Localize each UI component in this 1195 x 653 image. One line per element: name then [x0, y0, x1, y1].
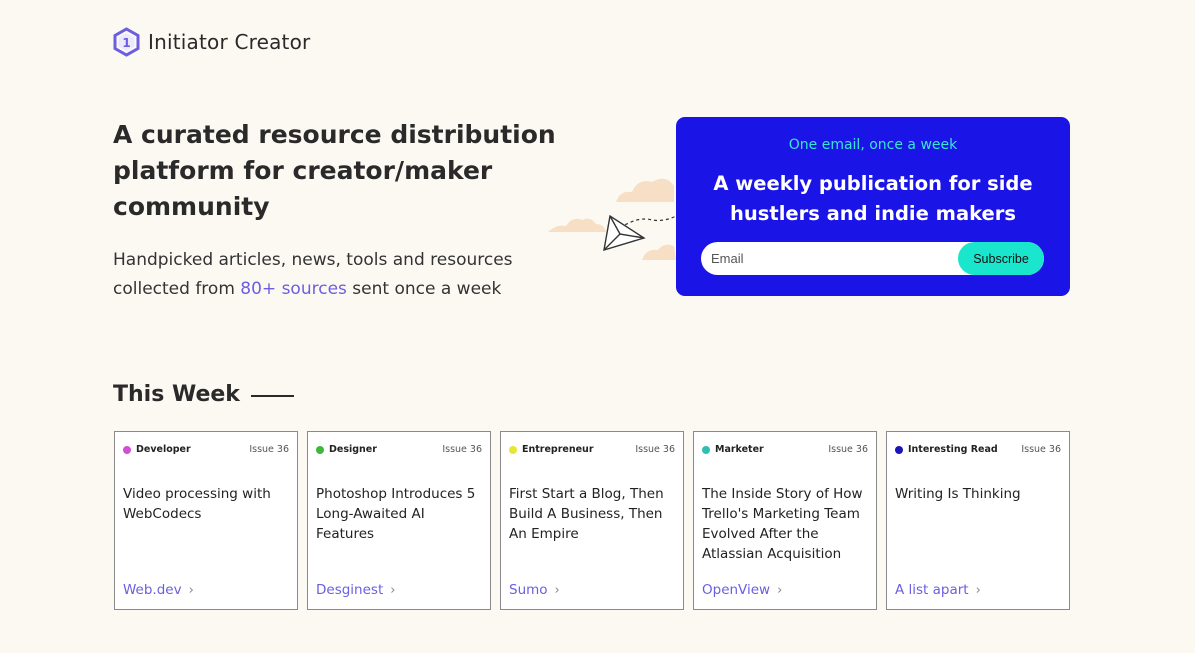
subscribe-button[interactable]: Subscribe [958, 242, 1044, 275]
email-input[interactable] [701, 242, 961, 275]
chevron-right-icon: › [554, 582, 560, 598]
source-link[interactable]: Desginest › [316, 582, 395, 598]
article-card[interactable]: Interesting Read Issue 36 Writing Is Thi… [886, 431, 1070, 610]
brand-name: Initiator Creator [148, 30, 311, 54]
article-card[interactable]: Designer Issue 36 Photoshop Introduces 5… [307, 431, 491, 610]
category-label: Developer [136, 444, 191, 455]
chevron-right-icon: › [390, 582, 396, 598]
category-label: Interesting Read [908, 444, 998, 455]
hero-title: A curated resource distribution platform… [113, 120, 556, 221]
issue-label: Issue 36 [442, 444, 482, 455]
category-dot [509, 445, 517, 454]
source-label: A list apart [895, 582, 969, 598]
source-label: Sumo [509, 582, 548, 598]
category-dot [123, 445, 131, 454]
article-card[interactable]: Entrepreneur Issue 36 First Start a Blog… [500, 431, 684, 610]
hero-subtitle-post: sent once a week [346, 278, 502, 299]
issue-label: Issue 36 [1021, 444, 1061, 455]
section-divider [250, 395, 294, 397]
source-label: Web.dev [123, 582, 182, 598]
logo-glyph: 1 [122, 36, 130, 50]
source-link[interactable]: Sumo › [509, 582, 560, 598]
issue-label: Issue 36 [828, 444, 868, 455]
article-card[interactable]: Marketer Issue 36 The Inside Story of Ho… [693, 431, 877, 610]
issue-label: Issue 36 [635, 444, 675, 455]
source-link[interactable]: Web.dev › [123, 582, 194, 598]
chevron-right-icon: › [975, 582, 981, 598]
hero-subtitle: Handpicked articles, news, tools and res… [113, 246, 583, 303]
category-label: Entrepreneur [522, 444, 594, 455]
brand-logo[interactable]: 1 Initiator Creator [113, 27, 310, 57]
category-dot [316, 445, 324, 454]
category-label: Designer [329, 444, 377, 455]
card-category: Designer [316, 444, 377, 455]
chevron-right-icon: › [777, 582, 783, 598]
newsletter-card: One email, once a week A weekly publicat… [676, 117, 1070, 296]
article-card[interactable]: Developer Issue 36 Video processing with… [114, 431, 298, 610]
signup-form: Subscribe [701, 242, 1044, 275]
source-label: OpenView [702, 582, 771, 598]
article-title[interactable]: The Inside Story of How Trello's Marketi… [702, 484, 868, 564]
card-category: Entrepreneur [509, 444, 594, 455]
source-label: Desginest [316, 582, 384, 598]
article-title[interactable]: Writing Is Thinking [895, 484, 1061, 504]
card-category: Interesting Read [895, 444, 998, 455]
card-category: Developer [123, 444, 191, 455]
card-category: Marketer [702, 444, 764, 455]
signup-title: A weekly publication for side hustlers a… [713, 172, 1033, 225]
section-title: This Week [113, 382, 294, 407]
source-link[interactable]: OpenView › [702, 582, 782, 598]
article-cards: Developer Issue 36 Video processing with… [114, 431, 1070, 610]
category-dot [895, 445, 903, 454]
paper-plane-icon [548, 178, 677, 260]
article-title[interactable]: First Start a Blog, Then Build A Busines… [509, 484, 675, 544]
sources-link[interactable]: 80+ sources [240, 279, 347, 299]
chevron-right-icon: › [188, 582, 194, 598]
logo-icon: 1 [113, 27, 140, 57]
article-title[interactable]: Photoshop Introduces 5 Long-Awaited AI F… [316, 484, 482, 544]
category-label: Marketer [715, 444, 764, 455]
article-title[interactable]: Video processing with WebCodecs [123, 484, 289, 524]
source-link[interactable]: A list apart › [895, 582, 981, 598]
category-dot [702, 445, 710, 454]
section-title-text: This Week [113, 382, 240, 407]
signup-kicker: One email, once a week [788, 137, 958, 153]
issue-label: Issue 36 [249, 444, 289, 455]
